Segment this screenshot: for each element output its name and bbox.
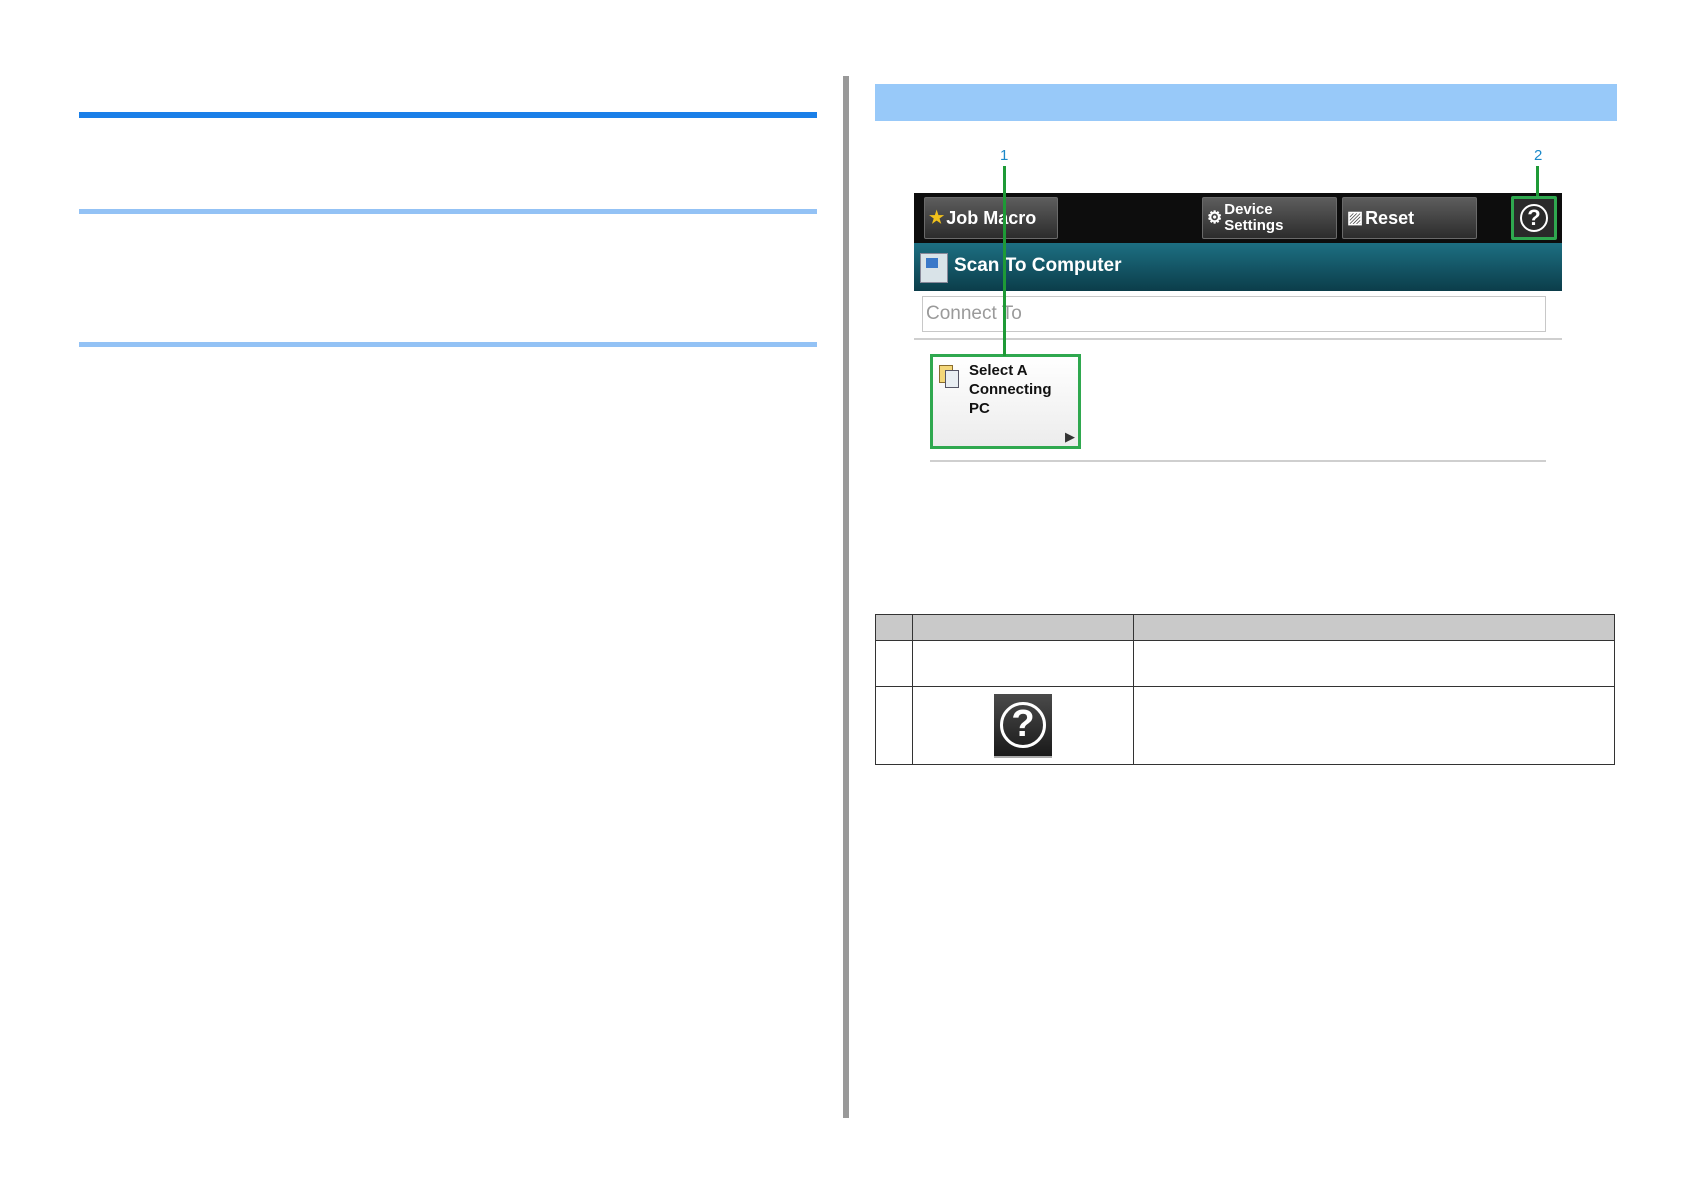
select-tile-label: Select A Connecting PC [969,361,1052,418]
star-icon: ★ [929,208,945,227]
section-heading-band [875,84,1617,121]
screen-title: Scan To Computer [954,255,1122,276]
callout-line-2 [1536,166,1539,196]
pc-folder-icon [939,363,963,389]
reset-label: Reset [1365,207,1415,228]
header-number [875,614,913,641]
column-divider [843,76,849,1118]
row-description [1133,686,1615,765]
job-macro-label: Job Macro [946,207,1037,228]
row-item [912,640,1134,687]
job-macro-button[interactable]: ★ Job Macro [924,197,1058,239]
items-table: ? [875,614,1615,765]
select-tile-line3: PC [969,400,990,417]
heading-rule-primary [79,112,817,118]
help-button-image: ? [994,693,1052,758]
select-connecting-pc-button[interactable]: Select A Connecting PC ▶ [930,354,1081,449]
panel-top-toolbar: ★ Job Macro ⚙ Device Settings ▨ Reset ? [914,193,1562,243]
device-settings-line1: Device [1224,201,1273,218]
callout-number-2: 2 [1534,147,1543,164]
help-button[interactable]: ? [1511,196,1557,240]
eraser-icon: ▨ [1347,208,1364,227]
select-tile-line1: Select A [969,362,1028,379]
header-item [912,614,1134,641]
divider-line [914,338,1562,340]
table-row [875,640,1615,687]
row-item: ? [912,686,1134,765]
help-icon: ? [1520,204,1548,232]
callout-line-1 [1003,166,1006,356]
device-settings-label: Device Settings [1224,202,1283,234]
heading-rule-tertiary [79,342,817,347]
row-number [875,640,913,687]
play-arrow-icon: ▶ [1065,429,1075,444]
reset-button[interactable]: ▨ Reset [1342,197,1477,239]
header-description [1133,614,1615,641]
device-settings-button[interactable]: ⚙ Device Settings [1202,197,1337,239]
gear-icon: ⚙ [1207,208,1223,227]
scan-to-computer-icon [920,253,948,283]
row-description [1133,640,1615,687]
function-title-bar: Scan To Computer [914,243,1562,291]
help-icon: ? [1000,701,1046,748]
table-row: ? [875,686,1615,765]
callout-number-1: 1 [1000,147,1009,164]
connect-to-field: Connect To [922,296,1546,332]
table-header-row [875,614,1615,641]
operator-panel-screenshot: ★ Job Macro ⚙ Device Settings ▨ Reset ? … [914,193,1562,462]
row-number [875,686,913,765]
device-settings-line2: Settings [1224,217,1284,234]
select-tile-line2: Connecting [969,381,1052,398]
divider-line-bottom [930,460,1546,462]
heading-rule-secondary [79,209,817,214]
